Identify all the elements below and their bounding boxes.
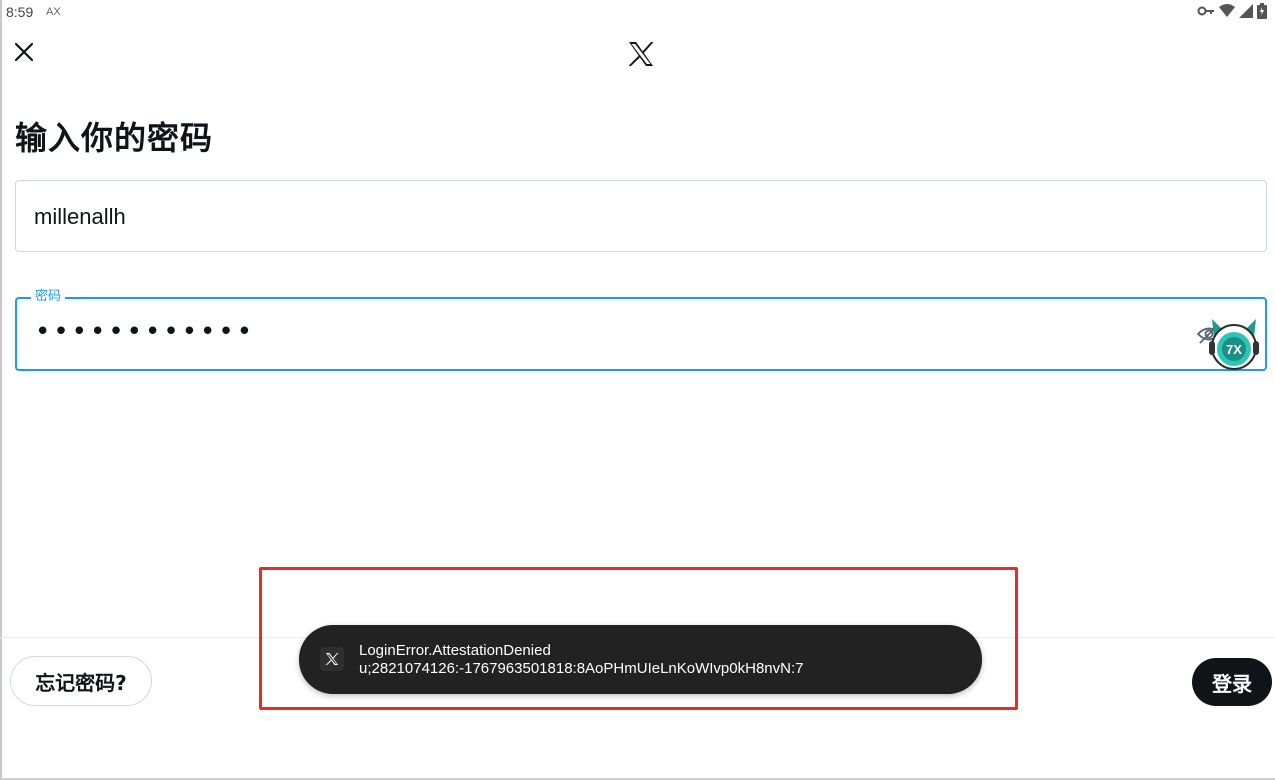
svg-text:7X: 7X (1226, 342, 1242, 357)
close-icon (14, 42, 34, 66)
password-field[interactable]: 密码 •••••••••••• (15, 289, 1267, 371)
username-field[interactable]: millenallh (15, 180, 1267, 252)
close-button[interactable] (10, 40, 38, 68)
vpn-key-icon (1197, 5, 1215, 17)
username-value: millenallh (34, 204, 126, 229)
x-logo-icon (627, 40, 655, 68)
login-button[interactable]: 登录 (1192, 658, 1272, 706)
status-icons (1197, 3, 1267, 19)
password-value: •••••••••••• (35, 317, 256, 347)
password-label: 密码 (31, 289, 66, 305)
wifi-icon (1219, 4, 1235, 18)
status-indicator: AX (46, 6, 61, 18)
status-bar: 8:59 AX (0, 0, 1275, 26)
status-time: 8:59 (6, 4, 34, 20)
annotation-highlight-box (259, 567, 1018, 710)
cell-signal-icon (1239, 4, 1253, 18)
battery-icon (1257, 3, 1267, 19)
page-title: 输入你的密码 (15, 119, 214, 157)
forgot-password-button[interactable]: 忘记密码? (10, 656, 152, 706)
floating-assistant-avatar[interactable]: 7X (1206, 311, 1262, 371)
